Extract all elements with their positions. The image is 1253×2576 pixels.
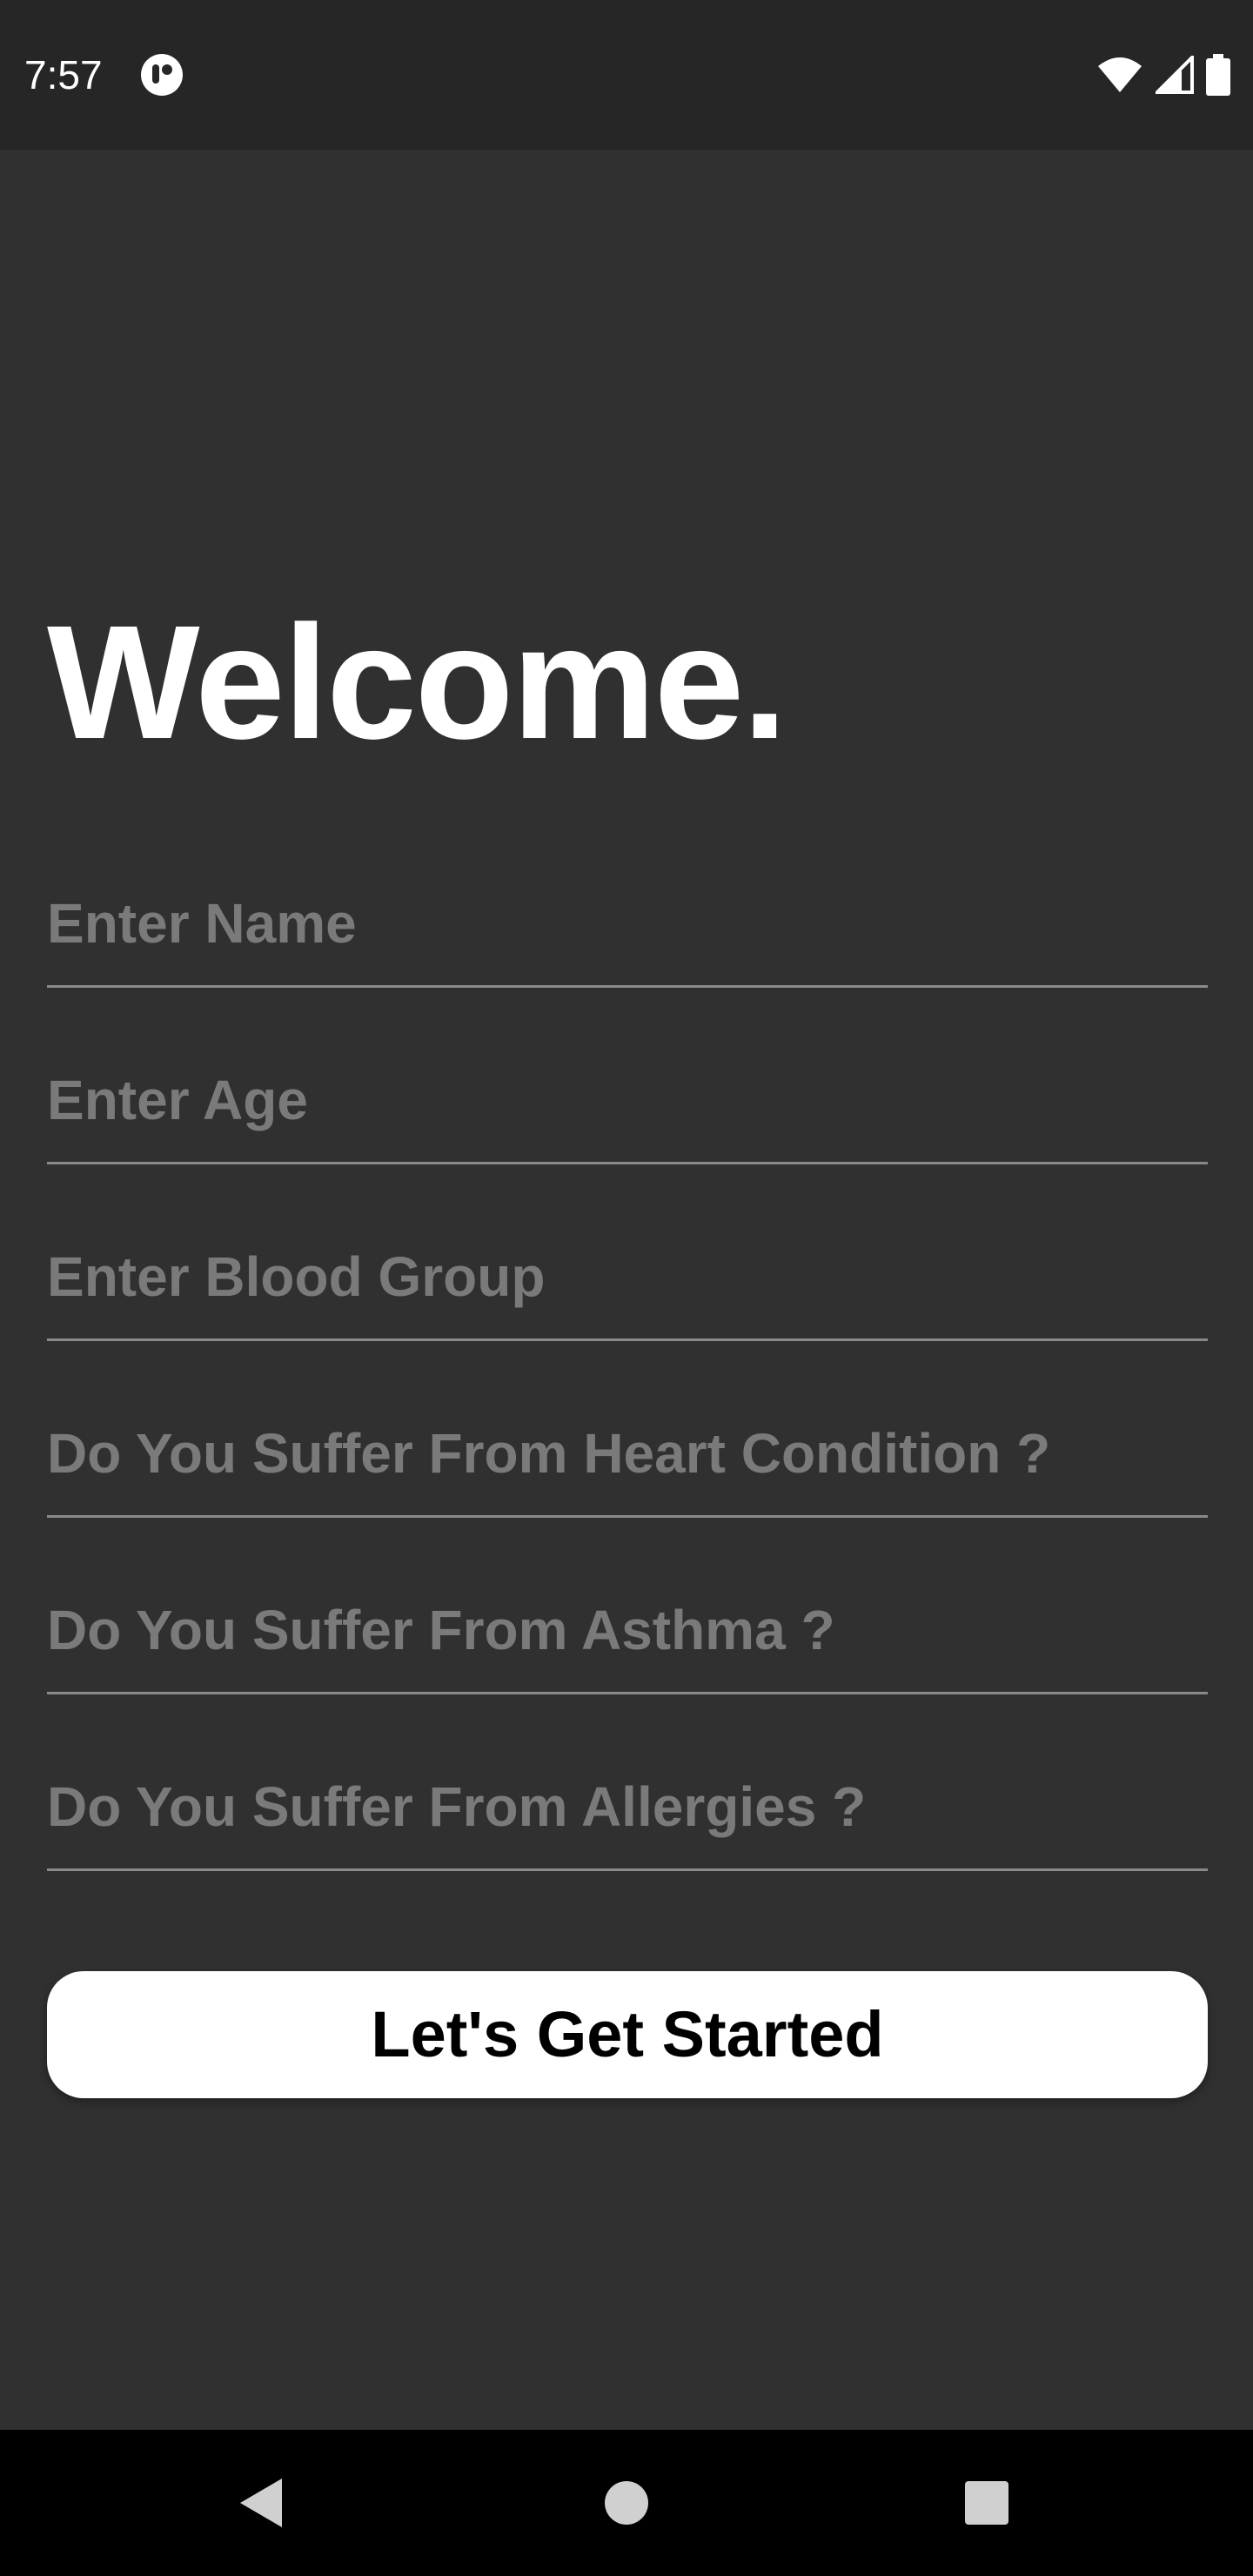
age-field xyxy=(47,1051,1208,1164)
allergies-field xyxy=(47,1758,1208,1871)
wifi-icon xyxy=(1096,56,1143,94)
welcome-screen: 7:57 Welcome. Enter Name Enter Age Enter… xyxy=(0,0,1253,2576)
back-icon[interactable] xyxy=(218,2459,305,2546)
heart-condition-field xyxy=(47,1405,1208,1518)
signal-icon xyxy=(1156,56,1194,94)
name-field xyxy=(47,875,1208,988)
get-started-button[interactable]: Let's Get Started xyxy=(47,1971,1208,2098)
blood-group-field xyxy=(47,1228,1208,1341)
allergies-input[interactable] xyxy=(47,1768,1208,1846)
battery-icon xyxy=(1206,54,1230,96)
app-notification-icon xyxy=(139,52,184,97)
asthma-input[interactable] xyxy=(47,1591,1208,1669)
heart-condition-input[interactable] xyxy=(47,1414,1208,1493)
home-icon[interactable] xyxy=(583,2459,670,2546)
page-title: Welcome. xyxy=(47,593,787,773)
blood-group-input[interactable] xyxy=(47,1238,1208,1316)
name-input[interactable] xyxy=(47,884,1208,963)
status-bar: 7:57 xyxy=(0,0,1253,150)
navigation-bar xyxy=(0,2430,1253,2576)
asthma-field xyxy=(47,1581,1208,1694)
recents-icon[interactable] xyxy=(943,2459,1030,2546)
status-icons xyxy=(1096,52,1230,97)
status-time: 7:57 xyxy=(24,52,103,97)
age-input[interactable] xyxy=(47,1061,1208,1139)
